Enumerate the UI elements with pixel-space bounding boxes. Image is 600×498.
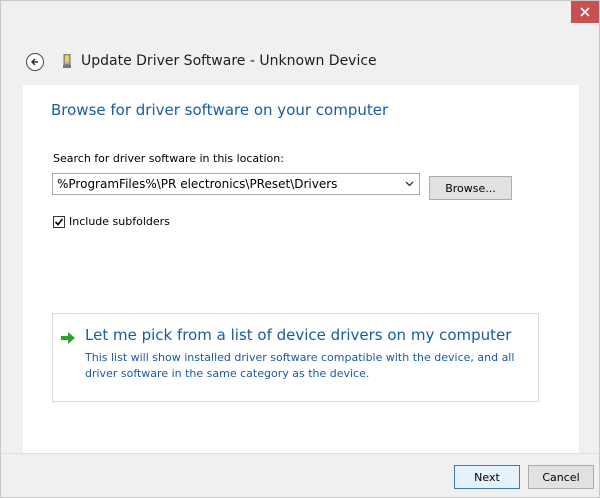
- next-button[interactable]: Next: [454, 465, 520, 489]
- back-arrow-icon: [30, 58, 38, 66]
- search-location-label: Search for driver software in this locat…: [53, 152, 284, 165]
- cancel-button[interactable]: Cancel: [528, 465, 594, 489]
- title-bar: [1, 1, 599, 23]
- include-subfolders-option[interactable]: Include subfolders: [53, 215, 170, 228]
- chevron-down-icon: [405, 181, 413, 187]
- driver-path-combobox[interactable]: %ProgramFiles%\PR electronics\PReset\Dri…: [52, 173, 420, 195]
- update-driver-window: Update Driver Software - Unknown Device …: [0, 0, 600, 498]
- driver-path-value[interactable]: %ProgramFiles%\PR electronics\PReset\Dri…: [53, 177, 399, 191]
- page-heading: Browse for driver software on your compu…: [51, 101, 389, 119]
- pick-from-list-title[interactable]: Let me pick from a list of device driver…: [85, 326, 511, 344]
- close-button[interactable]: [571, 1, 599, 23]
- browse-button[interactable]: Browse...: [429, 176, 512, 200]
- close-icon: [580, 7, 590, 17]
- checkmark-icon: [54, 217, 64, 226]
- include-subfolders-checkbox[interactable]: [53, 215, 65, 228]
- pick-from-list-description: This list will show installed driver sof…: [85, 351, 515, 380]
- footer-bar: Next Cancel: [1, 453, 599, 497]
- window-title: Update Driver Software - Unknown Device: [81, 53, 377, 69]
- include-subfolders-label: Include subfolders: [69, 215, 170, 228]
- content-panel: Browse for driver software on your compu…: [23, 85, 579, 453]
- green-arrow-icon: [61, 332, 75, 344]
- device-icon: [63, 54, 71, 68]
- pick-from-list-option[interactable]: Let me pick from a list of device driver…: [52, 313, 539, 402]
- back-button[interactable]: [26, 53, 44, 71]
- path-dropdown-button[interactable]: [399, 174, 419, 194]
